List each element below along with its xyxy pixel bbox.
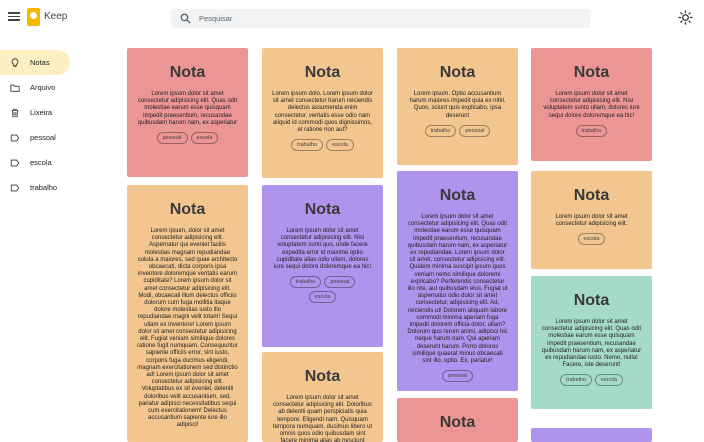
note-tags: trabalho pessoal escola bbox=[262, 276, 383, 304]
label-icon bbox=[10, 134, 20, 141]
note-card[interactable]: Nota Lorem ipsum dolo. Lorem ipsum dolor… bbox=[262, 48, 383, 178]
note-text: Lorem ipsum dolor sit amet consectetur a… bbox=[273, 228, 372, 271]
note-title: Nota bbox=[169, 201, 206, 218]
note-title: Nota bbox=[304, 201, 341, 218]
note-text: Lorem ipsum dolor sit amet consectetur a… bbox=[407, 214, 508, 365]
lightbulb-icon bbox=[11, 57, 19, 67]
note-card[interactable]: Nota Lorem ipsum, dolor sit amet consect… bbox=[127, 185, 248, 442]
tag-chip[interactable]: trabalho bbox=[560, 374, 592, 387]
sun-icon[interactable] bbox=[678, 10, 693, 25]
note-text: Lorem ipsum dolor sit amet consectetur a… bbox=[541, 319, 642, 369]
sidebar-item-lixeira[interactable]: Lixeira bbox=[0, 100, 110, 125]
note-title: Nota bbox=[169, 64, 206, 81]
tag-chip[interactable]: escola bbox=[308, 291, 337, 304]
tag-chip[interactable]: pessoal bbox=[442, 370, 473, 383]
sidebar-item-label: pessoal bbox=[30, 133, 56, 142]
trash-icon bbox=[11, 108, 19, 117]
note-card[interactable]: Nota Lorem ipsum. Optio accusantium haru… bbox=[397, 48, 518, 165]
note-text: Lorem ipsum. Optio accusantium harum mai… bbox=[409, 91, 506, 119]
sidebar-item-label: Notas bbox=[30, 58, 50, 67]
sidebar-item-pessoal[interactable]: pessoal bbox=[0, 125, 110, 150]
search-input[interactable] bbox=[199, 11, 579, 26]
note-text: Lorem ipsum, dolor sit amet consectetur … bbox=[137, 228, 238, 429]
note-card[interactable]: Nota Lorem ipsum dolor sit amet consecte… bbox=[531, 171, 652, 269]
tag-chip[interactable]: trabalho bbox=[575, 124, 608, 137]
sidebar-item-label: trabalho bbox=[30, 183, 58, 192]
note-card[interactable]: Nota Lorem ipsum dolor sit amet consecte… bbox=[531, 276, 652, 409]
sidebar-item-trabalho[interactable]: trabalho bbox=[0, 175, 110, 200]
note-tags: pessoal escola bbox=[127, 132, 248, 145]
note-title: Nota bbox=[573, 187, 610, 204]
note-title: Nota bbox=[439, 414, 476, 431]
note-tags: escola bbox=[531, 233, 652, 246]
note-title: Nota bbox=[439, 187, 476, 204]
note-card[interactable] bbox=[531, 428, 652, 442]
note-card[interactable]: Nota Lorem ipsum dolor sit amet consecte… bbox=[262, 185, 383, 347]
app-title: Keep bbox=[44, 11, 68, 22]
search-box[interactable] bbox=[171, 9, 590, 28]
note-title: Nota bbox=[304, 368, 341, 385]
note-title: Nota bbox=[439, 64, 476, 81]
note-title: Nota bbox=[304, 64, 341, 81]
note-text: Lorem ipsum dolor sit amet consectetur a… bbox=[543, 91, 640, 119]
tag-chip[interactable]: escola bbox=[577, 233, 606, 246]
note-tags: trabalho bbox=[531, 124, 652, 137]
tag-chip[interactable]: pessoal bbox=[459, 124, 491, 137]
sidebar-item-label: escola bbox=[30, 158, 52, 167]
note-title: Nota bbox=[573, 64, 610, 81]
label-icon bbox=[10, 184, 20, 191]
note-tags: trabalho escola bbox=[531, 374, 652, 387]
tag-chip[interactable]: pessoal bbox=[324, 276, 356, 289]
sidebar-item-escola[interactable]: escola bbox=[0, 150, 110, 175]
sidebar-item-label: Arquivo bbox=[30, 83, 56, 92]
sidebar-item-arquivo[interactable]: Arquivo bbox=[0, 75, 110, 100]
hamburger-icon[interactable] bbox=[8, 10, 20, 26]
note-title: Nota bbox=[573, 292, 610, 309]
tag-chip[interactable]: escola bbox=[190, 132, 219, 145]
note-card[interactable]: Nota bbox=[397, 398, 518, 442]
tag-chip[interactable]: pessoal bbox=[156, 132, 188, 145]
tag-chip[interactable]: escola bbox=[594, 374, 623, 387]
note-text: Lorem ipsum dolor sit amet consectetur a… bbox=[137, 91, 238, 126]
folder-icon bbox=[10, 84, 20, 92]
note-tags: trabalho pessoal bbox=[397, 124, 518, 137]
tag-chip[interactable]: trabalho bbox=[289, 276, 322, 289]
search-icon[interactable] bbox=[179, 12, 192, 25]
note-tags: pessoal bbox=[397, 370, 518, 383]
note-text: Lorem ipsum dolor sit amet consectetur a… bbox=[272, 395, 373, 442]
note-text: Lorem ipsum dolor sit amet consectetur a… bbox=[555, 214, 628, 228]
note-tags: trabalho escola bbox=[262, 139, 383, 152]
tag-chip[interactable]: trabalho bbox=[291, 139, 323, 152]
top-bar: Keep bbox=[0, 0, 704, 36]
tag-chip[interactable]: trabalho bbox=[424, 124, 457, 137]
note-card[interactable]: Nota Lorem ipsum dolor sit amet consecte… bbox=[531, 48, 652, 161]
note-card[interactable]: Nota Lorem ipsum dolor sit amet consecte… bbox=[262, 352, 383, 442]
sidebar-item-notas[interactable]: Notas bbox=[0, 50, 70, 75]
sidebar-item-label: Lixeira bbox=[30, 108, 53, 117]
note-text: Lorem ipsum dolo. Lorem ipsum dolor sit … bbox=[272, 91, 373, 134]
sidebar: Notas Arquivo Lixeira pessoal escola tra… bbox=[0, 50, 110, 200]
note-card[interactable]: Nota Lorem ipsum dolor sit amet consecte… bbox=[127, 48, 248, 177]
label-icon bbox=[10, 159, 20, 166]
keep-bulb-icon bbox=[27, 8, 40, 26]
note-card[interactable]: Nota Lorem ipsum dolor sit amet consecte… bbox=[397, 171, 518, 391]
tag-chip[interactable]: escola bbox=[325, 139, 354, 152]
